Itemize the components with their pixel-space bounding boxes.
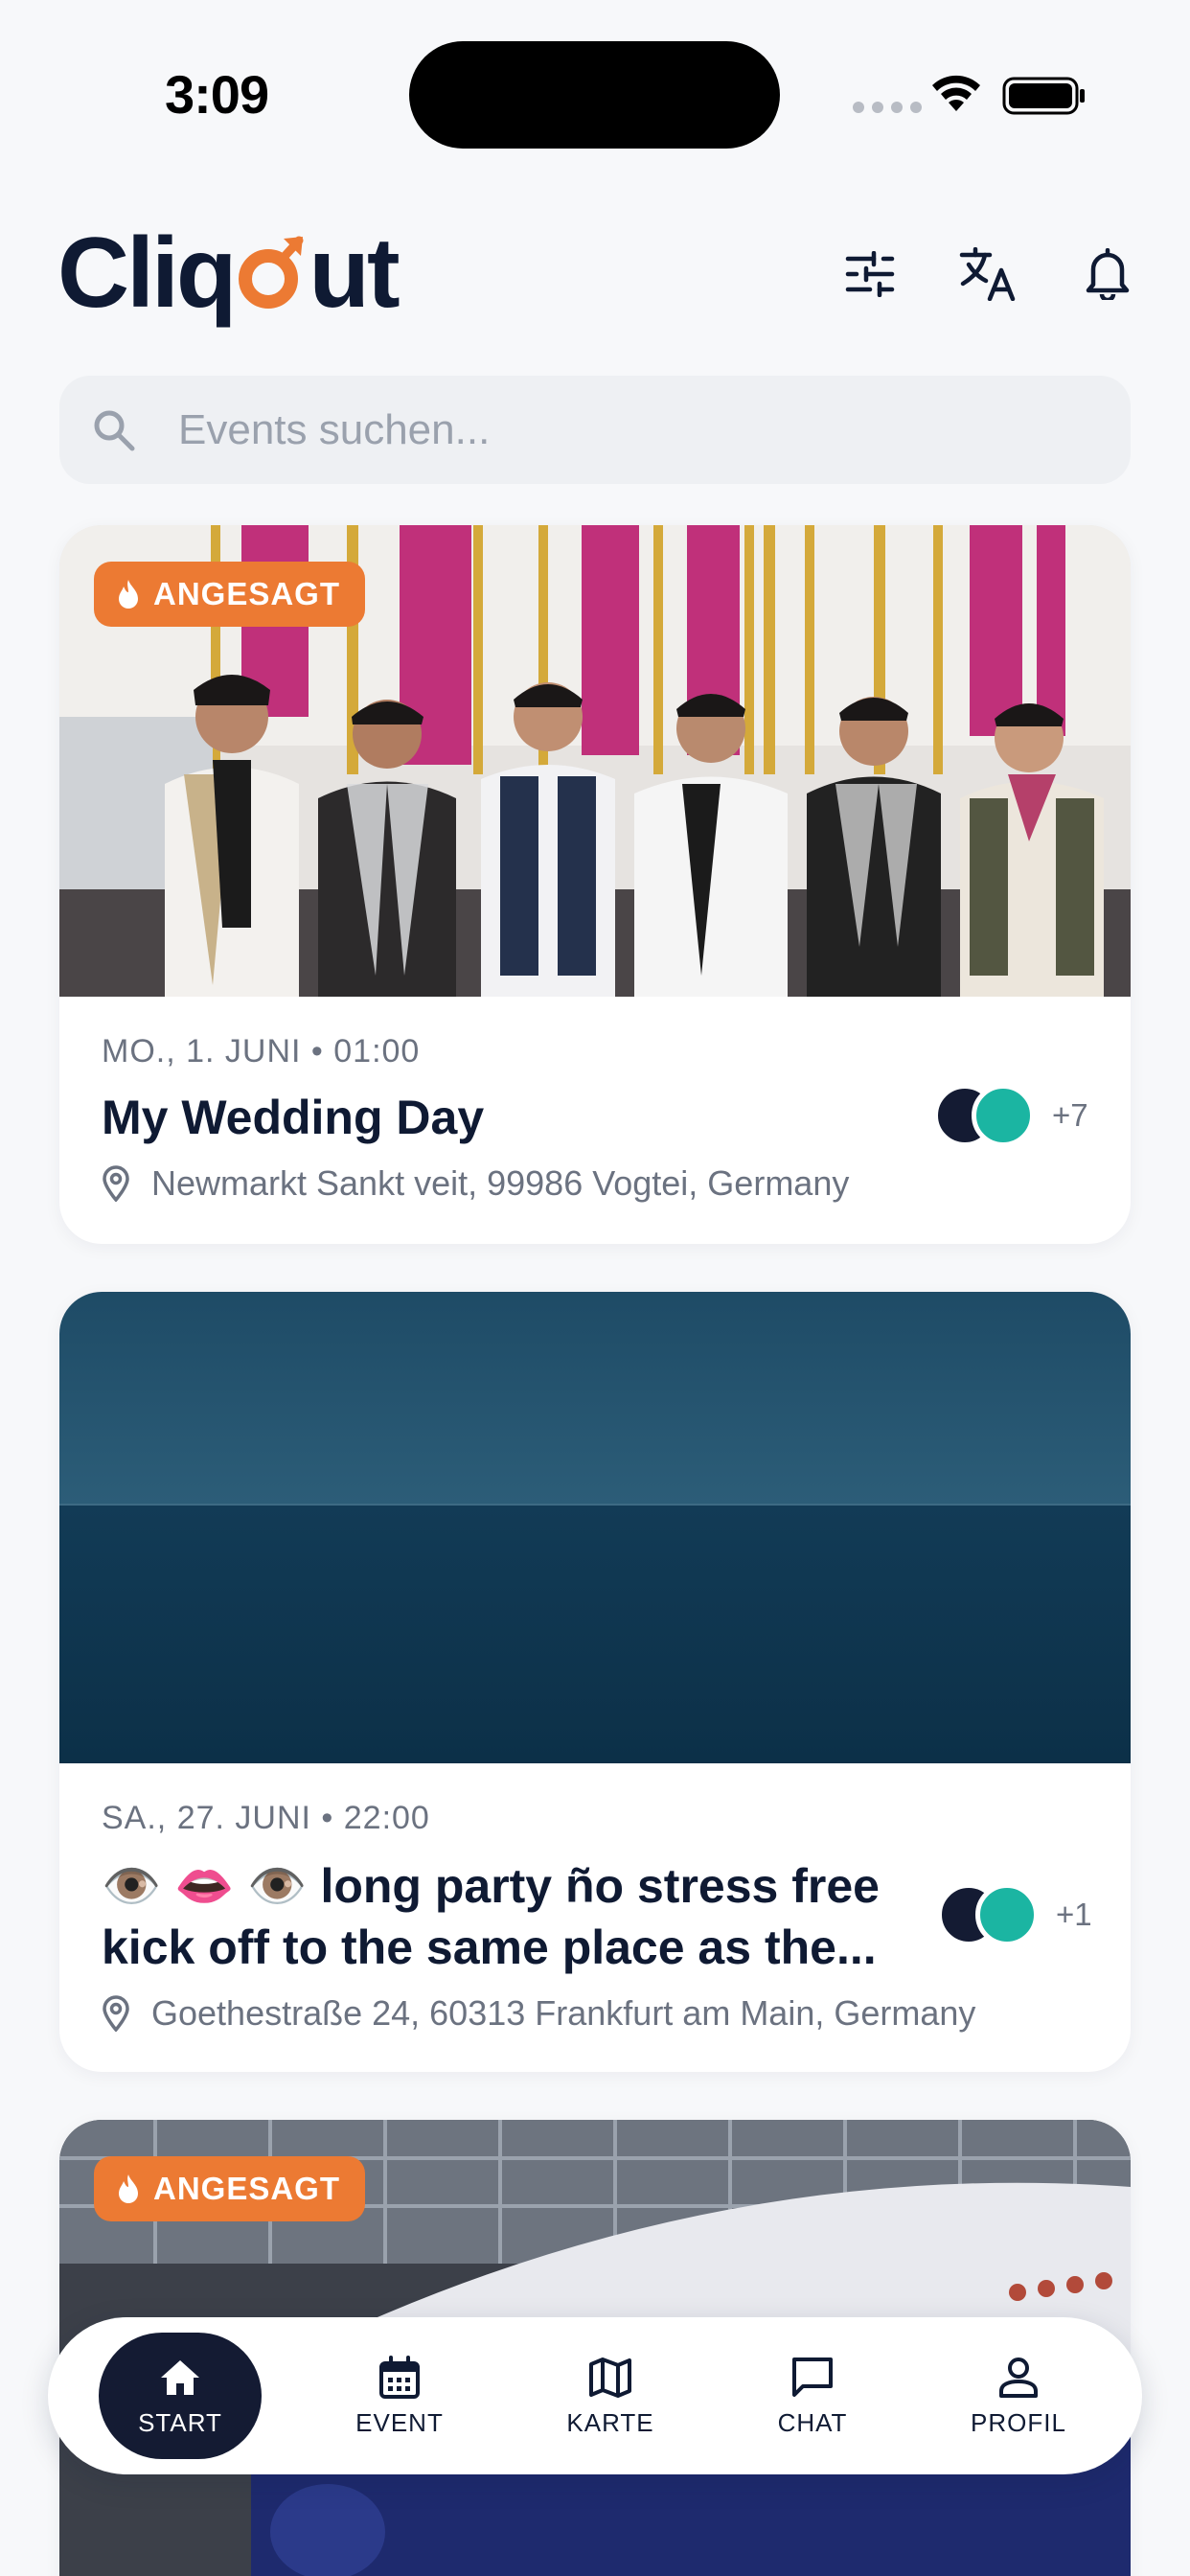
nav-profil-label: PROFIL: [971, 2407, 1066, 2437]
person-icon: [999, 2357, 1038, 2398]
avatar: [975, 1883, 1039, 1946]
event-card[interactable]: ANGESAGT MO., 1. JUNI • 01:00 My Wedding…: [59, 525, 1131, 1244]
battery-icon: [1002, 77, 1085, 115]
event-location-text: Newmarkt Sankt veit, 99986 Vogtei, Germa…: [151, 1163, 850, 1203]
bottom-navigation: START EVENT KARTE CHAT PROFIL: [48, 2317, 1142, 2474]
event-title-line-1: 👁️ 👄 👁️ long party ño stress free: [102, 1859, 880, 1913]
filter-button[interactable]: [835, 240, 904, 309]
trending-badge: ANGESAGT: [94, 2156, 366, 2221]
event-title: My Wedding Day: [102, 1091, 485, 1144]
translate-button[interactable]: [953, 240, 1022, 309]
event-image-sea: [59, 1292, 1131, 1763]
event-title-line-2: kick off to the same place as the...: [102, 1920, 877, 1974]
event-card[interactable]: SA., 27. JUNI • 22:00 👁️ 👄 👁️ long party…: [59, 1292, 1131, 2072]
location-pin-icon: [103, 1165, 129, 1202]
app-logo[interactable]: Cliq ut: [57, 218, 400, 329]
attendee-avatars[interactable]: +7: [933, 1084, 1088, 1147]
search-input[interactable]: [178, 376, 1098, 484]
nav-event-label: EVENT: [355, 2407, 444, 2437]
attendee-avatars[interactable]: +1: [937, 1883, 1092, 1946]
badge-label: ANGESAGT: [153, 2171, 341, 2206]
nav-start-label: START: [138, 2407, 222, 2437]
event-date: MO., 1. JUNI • 01:00: [102, 1033, 421, 1070]
event-location: Goethestraße 24, 60313 Frankfurt am Main…: [102, 1993, 975, 2034]
bell-icon: [1086, 248, 1130, 300]
badge-label: ANGESAGT: [153, 576, 341, 611]
nav-start[interactable]: START: [99, 2333, 262, 2459]
event-date: SA., 27. JUNI • 22:00: [102, 1800, 430, 1836]
map-icon: [589, 2357, 631, 2398]
app-header: Cliq ut: [0, 220, 1190, 335]
calendar-icon: [379, 2355, 420, 2399]
logo-text-right: ut: [309, 218, 400, 329]
notifications-button[interactable]: [1073, 240, 1142, 309]
logo-o-arrow-icon: [239, 236, 304, 309]
event-location-text: Goethestraße 24, 60313 Frankfurt am Main…: [151, 1993, 976, 2033]
attendee-count: +1: [1056, 1897, 1092, 1932]
translate-icon: [959, 247, 1016, 301]
logo-text-left: Cliq: [57, 218, 237, 329]
location-pin-icon: [103, 1995, 129, 2032]
search-icon: [94, 410, 135, 451]
nav-chat-label: CHAT: [777, 2407, 848, 2437]
nav-karte[interactable]: KARTE: [529, 2333, 692, 2459]
nav-profil[interactable]: PROFIL: [937, 2333, 1100, 2459]
event-location: Newmarkt Sankt veit, 99986 Vogtei, Germa…: [102, 1163, 849, 1204]
search-bar[interactable]: [59, 376, 1131, 484]
nav-event[interactable]: EVENT: [318, 2333, 481, 2459]
flame-icon: [119, 2174, 138, 2203]
nav-chat[interactable]: CHAT: [731, 2333, 894, 2459]
home-icon: [161, 2359, 199, 2395]
attendee-count: +7: [1052, 1097, 1088, 1133]
wifi-icon: [932, 75, 980, 111]
dynamic-island: [409, 41, 780, 149]
filter-sliders-icon: [845, 251, 895, 297]
chat-bubble-icon: [792, 2357, 833, 2397]
nav-karte-label: KARTE: [566, 2407, 654, 2437]
trending-badge: ANGESAGT: [94, 562, 366, 627]
status-bar: 3:09: [0, 0, 1190, 182]
status-time: 3:09: [165, 64, 269, 125]
cellular-signal-icon: [853, 102, 922, 113]
avatar: [972, 1084, 1035, 1147]
flame-icon: [119, 580, 138, 609]
